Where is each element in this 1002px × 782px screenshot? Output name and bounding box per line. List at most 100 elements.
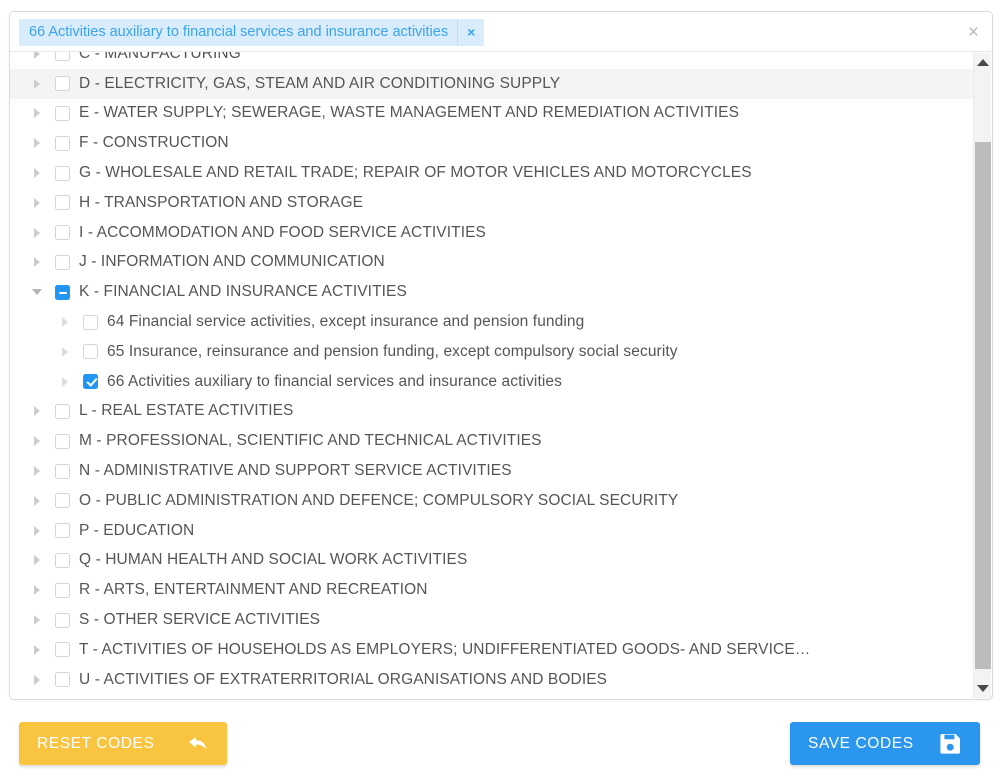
row-checkbox[interactable] xyxy=(55,403,70,419)
tree-row[interactable]: C - MANUFACTURING xyxy=(10,52,974,69)
row-checkbox[interactable] xyxy=(55,582,70,598)
caret-right-icon[interactable] xyxy=(28,615,46,626)
row-checkbox[interactable] xyxy=(83,344,98,360)
tree-row-label: C - MANUFACTURING xyxy=(79,52,241,62)
caret-right-icon[interactable] xyxy=(56,317,74,328)
tree-row-label: D - ELECTRICITY, GAS, STEAM AND AIR COND… xyxy=(79,74,561,92)
row-checkbox[interactable] xyxy=(55,642,70,658)
tree-row[interactable]: T - ACTIVITIES OF HOUSEHOLDS AS EMPLOYER… xyxy=(10,635,974,665)
caret-right-icon[interactable] xyxy=(56,346,74,357)
tree-row-label: Q - HUMAN HEALTH AND SOCIAL WORK ACTIVIT… xyxy=(79,551,468,569)
tree-row[interactable]: N - ADMINISTRATIVE AND SUPPORT SERVICE A… xyxy=(10,456,974,486)
tree-row[interactable]: M - PROFESSIONAL, SCIENTIFIC AND TECHNIC… xyxy=(10,426,974,456)
tree-row[interactable]: E - WATER SUPPLY; SEWERAGE, WASTE MANAGE… xyxy=(10,99,974,129)
caret-right-icon[interactable] xyxy=(28,466,46,477)
tree-row[interactable]: 64 Financial service activities, except … xyxy=(10,307,974,337)
caret-right-icon[interactable] xyxy=(28,257,46,268)
caret-right-icon[interactable] xyxy=(28,644,46,655)
selected-token[interactable]: 66 Activities auxiliary to financial ser… xyxy=(19,19,485,46)
row-checkbox[interactable] xyxy=(55,254,70,270)
tree-row-label: H - TRANSPORTATION AND STORAGE xyxy=(79,193,364,211)
tree-row[interactable]: Q - HUMAN HEALTH AND SOCIAL WORK ACTIVIT… xyxy=(10,546,974,576)
caret-right-icon[interactable] xyxy=(28,436,46,447)
caret-right-icon[interactable] xyxy=(28,78,46,89)
remove-token-icon[interactable]: × xyxy=(457,19,484,46)
row-checkbox[interactable] xyxy=(55,433,70,449)
row-checkbox[interactable] xyxy=(55,552,70,568)
tree-row-label: T - ACTIVITIES OF HOUSEHOLDS AS EMPLOYER… xyxy=(79,640,811,658)
row-checkbox[interactable] xyxy=(55,672,70,688)
tree-row[interactable]: H - TRANSPORTATION AND STORAGE xyxy=(10,188,974,218)
tree-row[interactable]: K - FINANCIAL AND INSURANCE ACTIVITIES xyxy=(10,277,974,307)
row-checkbox[interactable] xyxy=(55,284,70,300)
caret-right-icon[interactable] xyxy=(28,138,46,149)
caret-right-icon[interactable] xyxy=(28,585,46,596)
row-checkbox[interactable] xyxy=(83,314,98,330)
clear-all-icon[interactable]: × xyxy=(968,22,979,44)
scroll-down-icon[interactable] xyxy=(974,679,992,698)
caret-right-icon[interactable] xyxy=(56,376,74,387)
tree-row[interactable]: G - WHOLESALE AND RETAIL TRADE; REPAIR O… xyxy=(10,158,974,188)
caret-right-icon[interactable] xyxy=(28,108,46,119)
row-checkbox[interactable] xyxy=(55,165,70,181)
tree-row-label: L - REAL ESTATE ACTIVITIES xyxy=(79,402,294,420)
tree-row[interactable]: J - INFORMATION AND COMMUNICATION xyxy=(10,248,974,278)
tree-row-label: 65 Insurance, reinsurance and pension fu… xyxy=(107,342,678,360)
tree-row[interactable]: D - ELECTRICITY, GAS, STEAM AND AIR COND… xyxy=(10,68,974,99)
tree-row-label: R - ARTS, ENTERTAINMENT AND RECREATION xyxy=(79,581,428,599)
tree-row[interactable]: O - PUBLIC ADMINISTRATION AND DEFENCE; C… xyxy=(10,486,974,516)
tree-row-label: K - FINANCIAL AND INSURANCE ACTIVITIES xyxy=(79,283,407,301)
tree-row-label: J - INFORMATION AND COMMUNICATION xyxy=(79,253,385,271)
tree-row[interactable]: F - CONSTRUCTION xyxy=(10,128,974,158)
tree-row-label: O - PUBLIC ADMINISTRATION AND DEFENCE; C… xyxy=(79,491,679,509)
tree-row[interactable]: 65 Insurance, reinsurance and pension fu… xyxy=(10,337,974,367)
row-checkbox[interactable] xyxy=(55,76,70,92)
tree-row-label: F - CONSTRUCTION xyxy=(79,134,229,152)
multiselect-panel: 66 Activities auxiliary to financial ser… xyxy=(9,11,993,700)
tree-row[interactable]: L - REAL ESTATE ACTIVITIES xyxy=(10,397,974,427)
row-checkbox[interactable] xyxy=(55,523,70,539)
code-selector-screen: 66 Activities auxiliary to financial ser… xyxy=(0,0,1002,782)
tree-row[interactable]: U - ACTIVITIES OF EXTRATERRITORIAL ORGAN… xyxy=(10,665,974,695)
tree-row[interactable]: P - EDUCATION xyxy=(10,516,974,546)
selected-tokens-row: 66 Activities auxiliary to financial ser… xyxy=(10,12,992,52)
tree-scroll-viewport[interactable]: C - MANUFACTURING D - ELECTRICITY, GAS, S… xyxy=(10,52,992,699)
reset-codes-label: RESET CODES xyxy=(37,734,155,752)
tree-row-label: M - PROFESSIONAL, SCIENTIFIC AND TECHNIC… xyxy=(79,432,542,450)
row-checkbox[interactable] xyxy=(55,612,70,628)
caret-right-icon[interactable] xyxy=(28,406,46,417)
caret-right-icon[interactable] xyxy=(28,227,46,238)
scrollbar-thumb[interactable] xyxy=(975,142,991,669)
tree-row[interactable]: I - ACCOMMODATION AND FOOD SERVICE ACTIV… xyxy=(10,218,974,248)
row-checkbox[interactable] xyxy=(55,463,70,479)
save-codes-button[interactable]: SAVE CODES xyxy=(790,722,980,765)
row-checkbox[interactable] xyxy=(55,52,70,62)
tree-row-label: 66 Activities auxiliary to financial ser… xyxy=(107,372,562,390)
caret-right-icon[interactable] xyxy=(28,674,46,685)
reset-codes-button[interactable]: RESET CODES xyxy=(19,722,227,765)
tree-row[interactable]: S - OTHER SERVICE ACTIVITIES xyxy=(10,605,974,635)
scroll-up-icon[interactable] xyxy=(974,53,992,72)
vertical-scrollbar[interactable] xyxy=(973,53,991,698)
row-checkbox[interactable] xyxy=(55,195,70,211)
save-disk-icon xyxy=(938,732,962,756)
tree-row-label: G - WHOLESALE AND RETAIL TRADE; REPAIR O… xyxy=(79,164,752,182)
tree-row-label: N - ADMINISTRATIVE AND SUPPORT SERVICE A… xyxy=(79,462,512,480)
tree-row[interactable]: R - ARTS, ENTERTAINMENT AND RECREATION xyxy=(10,575,974,605)
save-codes-label: SAVE CODES xyxy=(808,734,914,752)
tree-row-label: I - ACCOMMODATION AND FOOD SERVICE ACTIV… xyxy=(79,223,486,241)
row-checkbox[interactable] xyxy=(55,135,70,151)
row-checkbox[interactable] xyxy=(55,225,70,241)
row-checkbox[interactable] xyxy=(55,105,70,121)
caret-down-icon[interactable] xyxy=(28,289,46,296)
tree-row[interactable]: 66 Activities auxiliary to financial ser… xyxy=(10,367,974,397)
caret-right-icon[interactable] xyxy=(28,495,46,506)
tree-row-label: U - ACTIVITIES OF EXTRATERRITORIAL ORGAN… xyxy=(79,670,608,688)
caret-right-icon[interactable] xyxy=(28,168,46,179)
caret-right-icon[interactable] xyxy=(28,555,46,566)
caret-right-icon[interactable] xyxy=(28,525,46,536)
row-checkbox[interactable] xyxy=(55,493,70,509)
caret-right-icon[interactable] xyxy=(28,52,46,59)
row-checkbox[interactable] xyxy=(83,374,98,390)
caret-right-icon[interactable] xyxy=(28,197,46,208)
